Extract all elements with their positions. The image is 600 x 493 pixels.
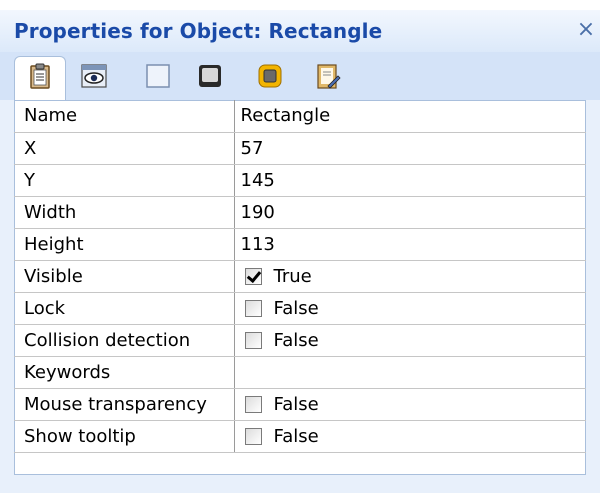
property-value[interactable]: 145 bbox=[234, 164, 586, 197]
property-row[interactable]: Show tooltip False bbox=[14, 420, 586, 453]
property-value[interactable]: 113 bbox=[234, 228, 586, 261]
clipboard-icon[interactable] bbox=[26, 62, 54, 90]
property-value-text: True bbox=[273, 265, 312, 287]
close-icon[interactable]: × bbox=[575, 18, 597, 42]
property-value-text: 145 bbox=[240, 169, 275, 191]
property-row[interactable]: Width 190 bbox=[14, 196, 586, 229]
property-value-text: False bbox=[273, 297, 319, 319]
property-row[interactable]: Name Rectangle bbox=[14, 100, 586, 133]
property-row[interactable]: Visible True bbox=[14, 260, 586, 293]
property-name: Y bbox=[14, 164, 235, 197]
blank-square-icon[interactable] bbox=[144, 62, 172, 90]
property-table: Name Rectangle X 57 Y 145 Width 190 Height 113 Vis… bbox=[14, 100, 586, 453]
property-value-text: False bbox=[273, 425, 319, 447]
checkbox[interactable] bbox=[244, 395, 262, 413]
checkbox[interactable] bbox=[244, 331, 262, 349]
panel-title: Properties for Object: Rectangle bbox=[14, 19, 383, 43]
property-value[interactable] bbox=[234, 356, 586, 389]
property-name: Lock bbox=[14, 292, 235, 325]
checkbox[interactable] bbox=[244, 267, 262, 285]
property-row[interactable]: Height 113 bbox=[14, 228, 586, 261]
dark-square-icon[interactable] bbox=[196, 62, 224, 90]
gold-square-icon[interactable] bbox=[256, 62, 284, 90]
property-row[interactable]: Y 145 bbox=[14, 164, 586, 197]
checkbox[interactable] bbox=[244, 299, 262, 317]
property-value[interactable]: Rectangle bbox=[234, 100, 586, 133]
property-name: Show tooltip bbox=[14, 420, 235, 453]
eye-icon[interactable] bbox=[80, 62, 108, 90]
property-row[interactable]: X 57 bbox=[14, 132, 586, 165]
property-value[interactable]: 190 bbox=[234, 196, 586, 229]
property-value[interactable]: False bbox=[234, 292, 586, 325]
property-value[interactable]: False bbox=[234, 420, 586, 453]
property-value[interactable]: False bbox=[234, 388, 586, 421]
property-value-text: 190 bbox=[240, 201, 275, 223]
property-value-text: Rectangle bbox=[240, 105, 331, 127]
property-value-text: 57 bbox=[240, 137, 264, 159]
property-value-text: 113 bbox=[240, 233, 275, 255]
property-row[interactable]: Keywords bbox=[14, 356, 586, 389]
property-value[interactable]: True bbox=[234, 260, 586, 293]
property-name: Width bbox=[14, 196, 235, 229]
property-row[interactable]: Mouse transparency False bbox=[14, 388, 586, 421]
property-name: Visible bbox=[14, 260, 235, 293]
property-name: Mouse transparency bbox=[14, 388, 235, 421]
checkbox[interactable] bbox=[244, 427, 262, 445]
property-name: Height bbox=[14, 228, 235, 261]
property-row[interactable]: Collision detection False bbox=[14, 324, 586, 357]
property-value[interactable]: 57 bbox=[234, 132, 586, 165]
title-bar: Properties for Object: Rectangle × bbox=[0, 10, 600, 52]
document-edit-icon[interactable] bbox=[314, 62, 342, 90]
property-name: X bbox=[14, 132, 235, 165]
property-value-text: False bbox=[273, 329, 319, 351]
property-value-text: False bbox=[273, 393, 319, 415]
property-row[interactable]: Lock False bbox=[14, 292, 586, 325]
property-name: Name bbox=[14, 100, 235, 133]
property-name: Collision detection bbox=[14, 324, 235, 357]
property-value[interactable]: False bbox=[234, 324, 586, 357]
property-name: Keywords bbox=[14, 356, 235, 389]
